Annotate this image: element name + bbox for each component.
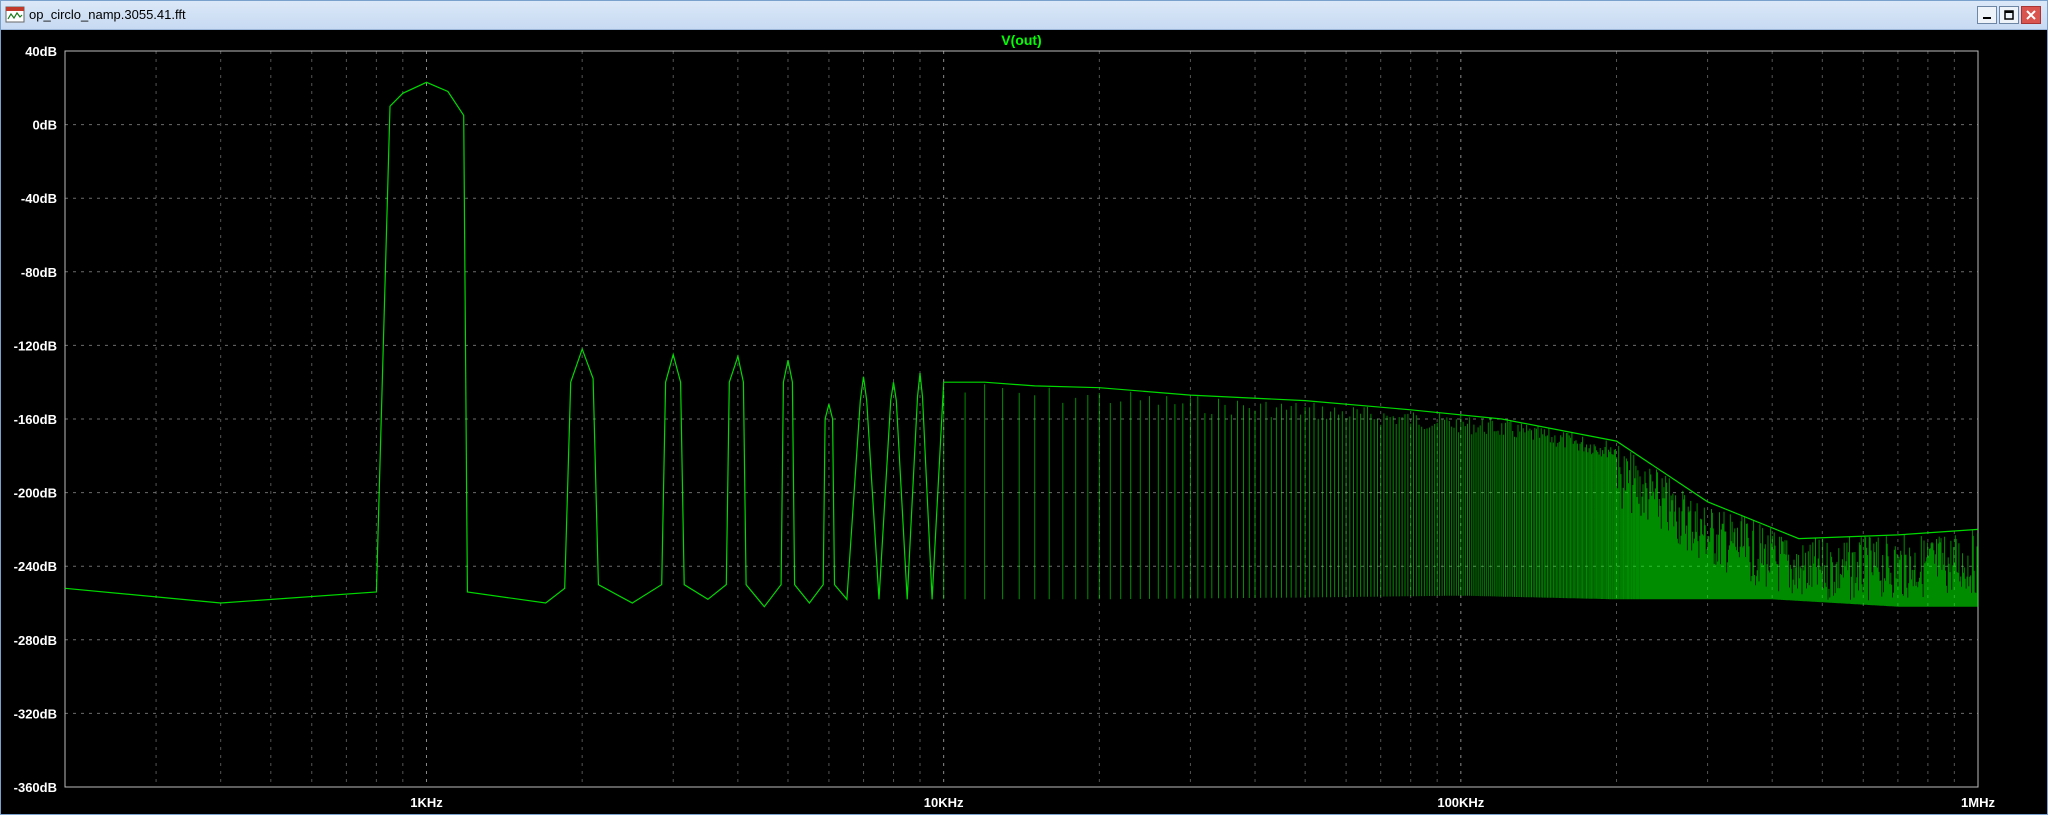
y-tick-label: -360dB (14, 780, 57, 795)
minimize-icon (1983, 17, 1991, 19)
waveform-document-icon (5, 6, 25, 23)
fft-plot-window: op_circlo_namp.3055.41.fft 40dB 0dB -40dB -… (0, 0, 2048, 815)
y-tick-label: -320dB (14, 706, 57, 721)
minimize-button[interactable] (1977, 6, 1997, 24)
y-tick-label: -40dB (21, 191, 57, 206)
grid-lines (65, 50, 1978, 788)
trace-layer (64, 81, 1979, 608)
x-tick-label: 100KHz (1437, 795, 1484, 810)
maximize-button[interactable] (1999, 6, 2019, 24)
y-tick-label: -120dB (14, 338, 57, 353)
x-tick-label: 1KHz (410, 795, 443, 810)
window-title: op_circlo_namp.3055.41.fft (29, 7, 186, 22)
x-tick-label: 1MHz (1961, 795, 1995, 810)
y-tick-label: 40dB (25, 44, 57, 59)
title-bar[interactable]: op_circlo_namp.3055.41.fft (1, 1, 2047, 30)
harmonic-comb (943, 384, 1979, 607)
y-tick-label: 0dB (32, 118, 57, 133)
y-tick-label: -200dB (14, 486, 57, 501)
x-tick-labels: 1KHz 10KHz 100KHz 1MHz (410, 795, 1995, 810)
maximize-icon (2004, 10, 2014, 20)
y-tick-label: -160dB (14, 412, 57, 427)
y-tick-label: -280dB (14, 633, 57, 648)
trace-label[interactable]: V(out) (1001, 32, 1041, 48)
y-tick-label: -240dB (14, 559, 57, 574)
fft-chart[interactable]: 40dB 0dB -40dB -80dB -120dB -160dB -200dB -240d… (1, 30, 2047, 815)
close-button[interactable] (2021, 6, 2041, 24)
y-tick-labels: 40dB 0dB -40dB -80dB -120dB -160dB -200dB -240d… (14, 44, 57, 795)
y-tick-label: -80dB (21, 265, 57, 280)
close-icon (2026, 10, 2036, 20)
x-tick-label: 10KHz (924, 795, 964, 810)
